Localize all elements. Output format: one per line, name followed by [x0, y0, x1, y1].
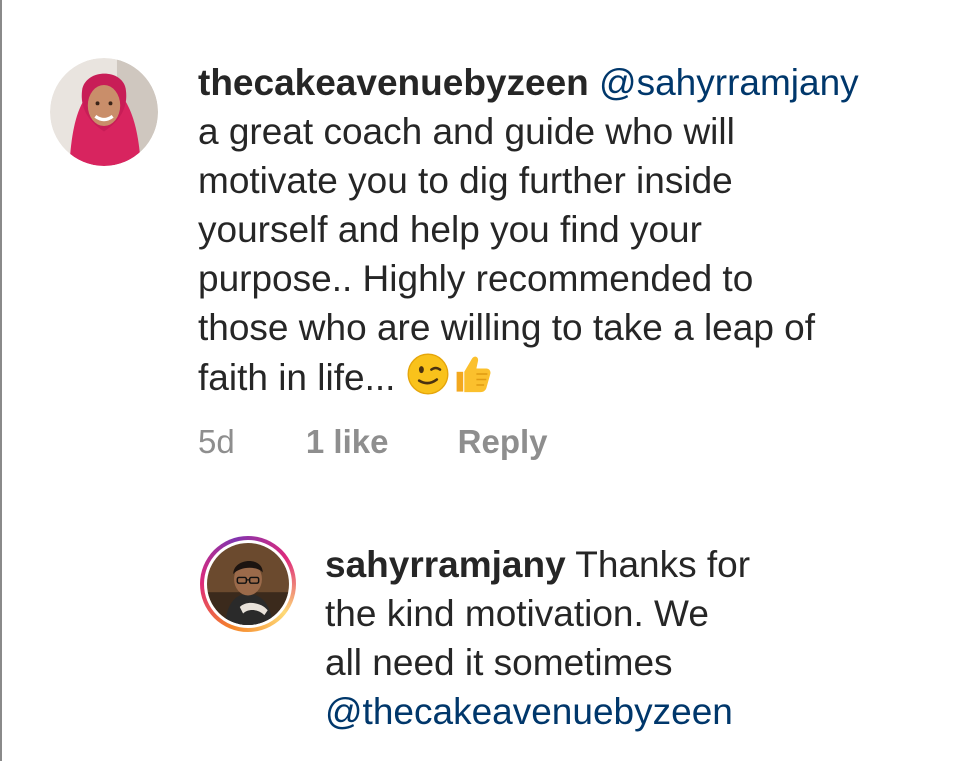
winking-face-icon [407, 353, 449, 395]
reply-text-line: Thanks for [575, 544, 751, 585]
comment-text-line: yourself and help you find your [198, 209, 702, 250]
comment-text-line: purpose.. Highly recommended to [198, 258, 754, 299]
comment-like-count[interactable]: 1 like [306, 423, 389, 461]
reply-body: sahyrramjany Thanks for the kind motivat… [325, 540, 845, 736]
comment-text-line: motivate you to dig further inside [198, 160, 733, 201]
comment-text-line: faith in life... [198, 357, 396, 398]
comment-mention[interactable]: @sahyrramjany [599, 62, 859, 103]
reply-mention[interactable]: @thecakeavenuebyzeen [325, 691, 733, 732]
thumbs-up-icon [456, 356, 491, 393]
comment-text-line: a great coach and guide who will [198, 111, 735, 152]
reply-text-line: all need it sometimes [325, 642, 673, 683]
reply-text-line: the kind motivation. We [325, 593, 709, 634]
comment-body: thecakeavenuebyzeen @sahyrramjany a grea… [198, 58, 938, 402]
comment-text-line: those who are willing to take a leap of [198, 307, 816, 348]
avatar-photo-icon [50, 58, 158, 166]
comment-meta-row: 5d 1 like Reply [198, 423, 548, 461]
avatar-photo-icon [207, 543, 289, 625]
screen-edge-divider [0, 0, 2, 761]
commenter-avatar[interactable] [50, 58, 158, 166]
reply-username[interactable]: sahyrramjany [325, 544, 566, 585]
reply-avatar [204, 540, 292, 628]
comment-timestamp: 5d [198, 423, 235, 460]
comment-username[interactable]: thecakeavenuebyzeen [198, 62, 589, 103]
reply-button[interactable]: Reply [458, 423, 548, 461]
reply-avatar-story-ring[interactable] [200, 536, 296, 632]
